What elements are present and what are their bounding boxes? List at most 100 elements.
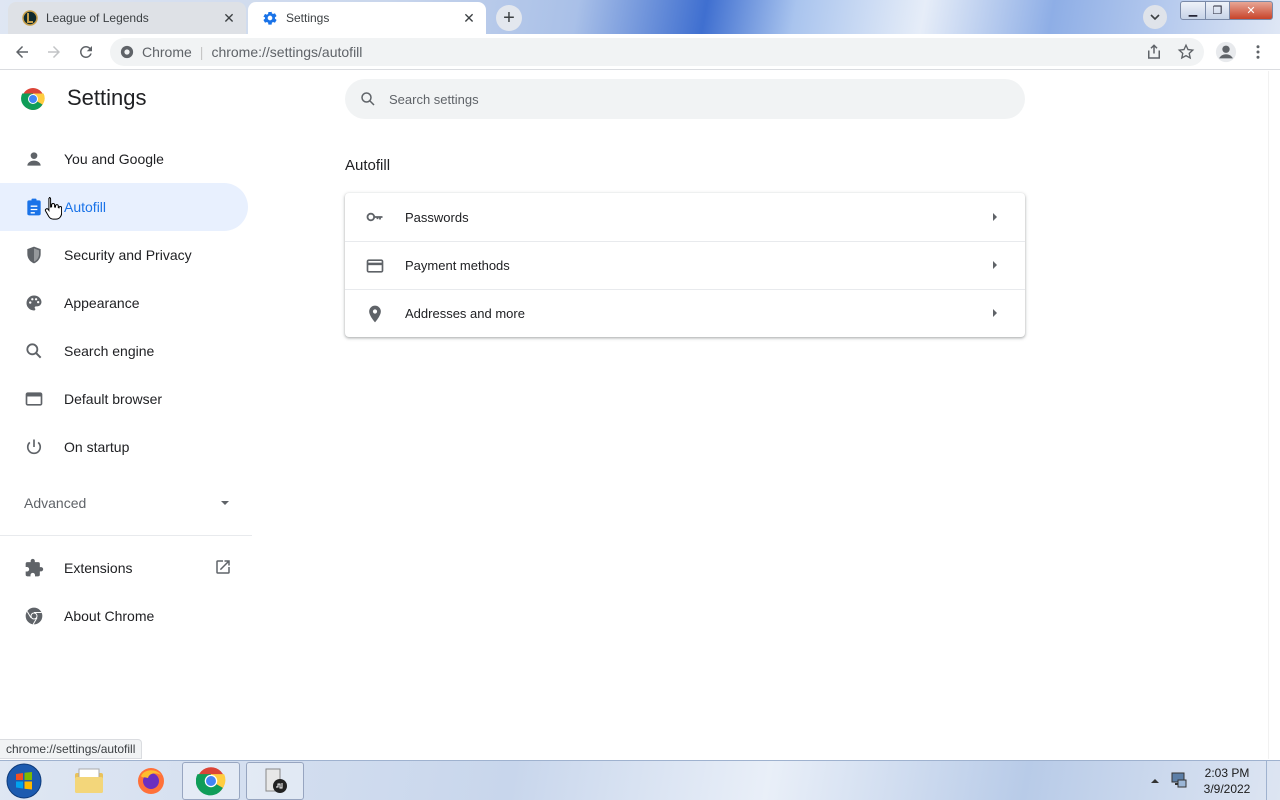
sidebar-item-label: You and Google (64, 151, 164, 167)
forward-button[interactable] (40, 38, 68, 66)
reload-button[interactable] (72, 38, 100, 66)
share-button[interactable] (1140, 38, 1168, 66)
site-label: Chrome (142, 44, 192, 60)
row-label: Passwords (405, 209, 469, 225)
sidebar-item-label: About Chrome (64, 608, 155, 624)
windows-explorer-icon (75, 768, 103, 793)
advanced-label: Advanced (24, 495, 87, 511)
search-input[interactable]: Search settings (345, 79, 1025, 119)
addresses-row[interactable]: Addresses and more (345, 289, 1025, 337)
restore-button[interactable]: ❐ (1205, 1, 1230, 20)
sidebar-item-label: Search engine (64, 343, 155, 359)
credit-card-icon (365, 256, 385, 276)
payment-methods-row[interactable]: Payment methods (345, 241, 1025, 289)
close-icon[interactable]: ✕ (218, 7, 240, 29)
profile-button[interactable] (1212, 38, 1240, 66)
row-label: Addresses and more (405, 306, 525, 321)
location-pin-icon (365, 304, 385, 324)
sidebar-item-label: Appearance (64, 295, 140, 311)
caret-down-icon (220, 495, 230, 511)
windows-explorer-button[interactable] (60, 762, 118, 800)
windows-logo-icon (6, 763, 42, 799)
arrow-right-icon (991, 258, 999, 273)
chrome-logo-icon (21, 87, 45, 116)
sidebar-item-autofill[interactable]: Autofill (0, 183, 248, 231)
reload-icon (79, 45, 92, 58)
open-in-new-icon (214, 558, 234, 578)
menu-button[interactable] (1244, 38, 1272, 66)
chrome-icon (120, 45, 134, 59)
sidebar-item-label: Security and Privacy (64, 247, 192, 263)
league-of-legends-icon (22, 10, 38, 26)
show-hidden-icons-icon[interactable] (1150, 773, 1160, 791)
advanced-toggle[interactable]: Advanced (0, 479, 252, 527)
key-icon (365, 207, 385, 227)
row-label: Payment methods (405, 258, 510, 273)
tab-title: League of Legends (46, 11, 149, 25)
search-icon (359, 90, 377, 108)
taskbar: 2:03 PM 3/9/2022 (0, 760, 1280, 800)
palette-icon (24, 293, 44, 313)
task-manager-button[interactable] (246, 762, 304, 800)
close-icon[interactable]: ✕ (458, 7, 480, 29)
tab-strip: League of Legends ✕ Settings ✕ + ▁ ❐ ✕ (0, 0, 1280, 34)
search-icon (24, 341, 44, 361)
divider: | (199, 44, 204, 60)
toolbar: Chrome | chrome://settings/autofill (0, 34, 1280, 70)
tab-title: Settings (286, 11, 330, 25)
sidebar-item-about-chrome[interactable]: About Chrome (0, 592, 252, 640)
bookmark-button[interactable] (1172, 38, 1200, 66)
settings-page: Settings Search settings You and Google … (0, 71, 1268, 759)
address-bar[interactable]: Chrome | chrome://settings/autofill (110, 38, 1204, 66)
tab-settings[interactable]: Settings ✕ (248, 2, 486, 34)
chevron-down-icon[interactable] (1143, 5, 1167, 29)
firefox-icon (138, 768, 164, 794)
arrow-right-icon (48, 46, 60, 58)
arrow-right-icon (991, 306, 999, 321)
clock-date: 3/9/2022 (1203, 782, 1251, 796)
chrome-icon (24, 606, 44, 626)
puzzle-icon (24, 558, 44, 578)
sidebar-item-you-and-google[interactable]: You and Google (0, 135, 252, 183)
sidebar-item-appearance[interactable]: Appearance (0, 279, 252, 327)
chrome-button[interactable] (182, 762, 240, 800)
settings-nav: You and Google Autofill Security and Pri… (0, 135, 252, 640)
nav-divider (0, 535, 252, 536)
new-tab-button[interactable]: + (496, 5, 522, 31)
chrome-icon (196, 767, 226, 796)
more-vert-icon (1256, 45, 1260, 59)
passwords-row[interactable]: Passwords (345, 193, 1025, 241)
network-icon[interactable] (1170, 771, 1188, 794)
tab-league-of-legends[interactable]: League of Legends ✕ (8, 2, 246, 34)
firefox-button[interactable] (122, 762, 180, 800)
sidebar-item-label: On startup (64, 439, 130, 455)
sidebar-item-on-startup[interactable]: On startup (0, 423, 252, 471)
sidebar-item-label: Extensions (64, 560, 133, 576)
sidebar-item-extensions[interactable]: Extensions (0, 544, 252, 592)
start-button[interactable] (4, 762, 44, 800)
arrow-right-icon (991, 210, 999, 225)
show-desktop-button[interactable] (1266, 761, 1280, 800)
shield-icon (24, 245, 44, 265)
gear-icon (262, 10, 278, 26)
sidebar-item-label: Default browser (64, 391, 163, 407)
task-manager-icon (265, 768, 287, 793)
sidebar-item-label: Autofill (64, 199, 107, 215)
sidebar-item-security-and-privacy[interactable]: Security and Privacy (0, 231, 252, 279)
clock-time: 2:03 PM (1204, 766, 1250, 780)
clock[interactable]: 2:03 PM 3/9/2022 (1196, 765, 1258, 797)
sidebar-item-default-browser[interactable]: Default browser (0, 375, 252, 423)
clipboard-icon (24, 197, 44, 217)
page-title: Settings (67, 85, 147, 110)
section-title: Autofill (345, 157, 391, 174)
status-bubble: chrome://settings/autofill (0, 739, 143, 759)
power-icon (24, 437, 44, 457)
close-window-button[interactable]: ✕ (1229, 1, 1273, 20)
scrollbar[interactable] (1268, 71, 1280, 759)
share-icon (1148, 44, 1160, 59)
minimize-button[interactable]: ▁ (1180, 1, 1206, 20)
back-button[interactable] (8, 38, 36, 66)
autofill-card: Passwords Payment methods Addresses and … (345, 193, 1025, 337)
star-icon (1177, 43, 1195, 60)
sidebar-item-search-engine[interactable]: Search engine (0, 327, 252, 375)
